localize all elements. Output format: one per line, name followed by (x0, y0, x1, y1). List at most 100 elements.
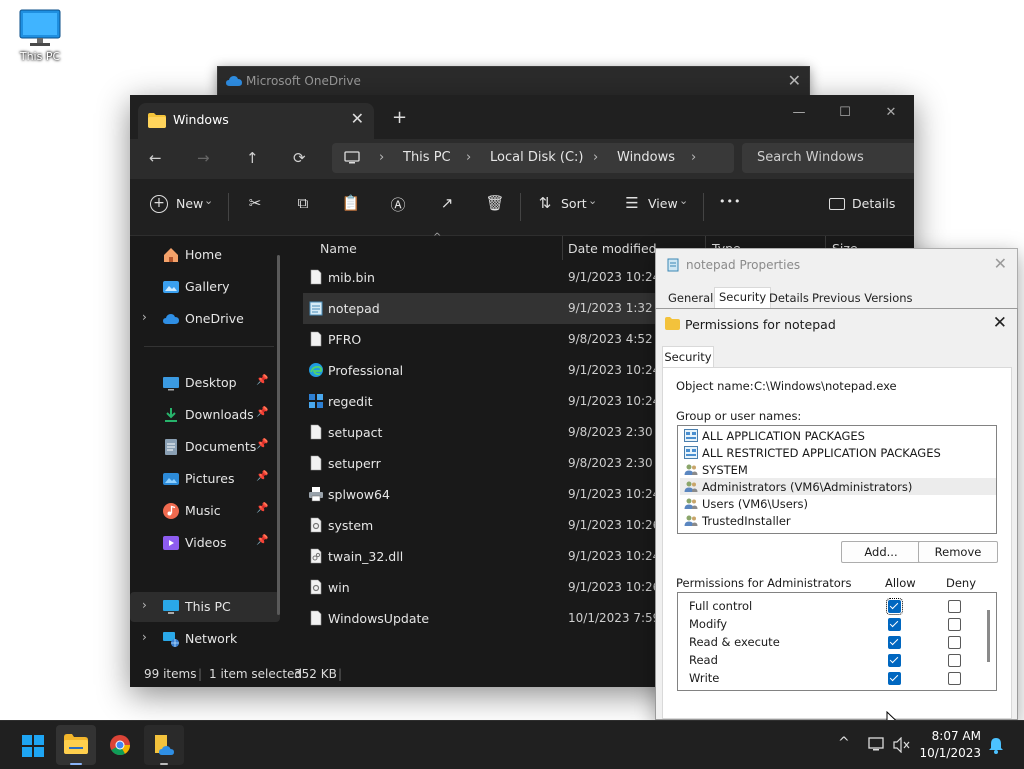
deny-checkbox[interactable] (948, 654, 961, 667)
selection-size: 352 KB (294, 667, 337, 681)
details-button[interactable]: Details (852, 196, 895, 211)
sidebar-item-label: Gallery (185, 279, 230, 294)
user-list-item[interactable]: SYSTEM (680, 461, 996, 478)
user-list-item[interactable]: TrustedInstaller (680, 512, 996, 529)
settings-file-icon (308, 579, 324, 595)
column-name[interactable]: Name (320, 241, 357, 256)
sidebar-item-downloads[interactable]: Downloads 📌 (130, 400, 280, 430)
sidebar-item-videos[interactable]: Videos 📌 (130, 528, 280, 558)
cut-icon[interactable]: ✂ (245, 194, 265, 214)
breadcrumb-this-pc[interactable]: This PC (403, 150, 451, 165)
allow-checkbox[interactable] (888, 618, 901, 631)
folder-icon (665, 317, 680, 330)
chevron-right-icon[interactable]: › (142, 598, 147, 612)
back-button[interactable]: ← (149, 149, 162, 167)
start-button[interactable] (12, 725, 52, 765)
deny-checkbox[interactable] (948, 600, 961, 613)
sidebar-item-desktop[interactable]: Desktop 📌 (130, 368, 280, 398)
pin-icon[interactable]: 📌 (256, 535, 268, 546)
deny-checkbox[interactable] (948, 618, 961, 631)
user-list-item[interactable]: ALL APPLICATION PACKAGES (680, 427, 996, 444)
permissions-close-button[interactable]: ✕ (993, 313, 1007, 333)
clock-time[interactable]: 8:07 AM (932, 729, 981, 743)
delete-icon[interactable]: 🗑 (485, 194, 505, 214)
clock-date[interactable]: 10/1/2023 (919, 746, 981, 760)
file-name: regedit (328, 394, 373, 409)
show-hidden-icons-button[interactable]: ^ (838, 735, 850, 751)
user-list[interactable]: ALL APPLICATION PACKAGES ALL RESTRICTED A… (677, 425, 997, 534)
sidebar-item-label: Documents (185, 439, 257, 454)
network-icon[interactable] (868, 737, 886, 753)
sidebar-item-onedrive[interactable]: › OneDrive (130, 304, 280, 334)
onedrive-close-button[interactable]: ✕ (788, 71, 801, 90)
sidebar-item-network[interactable]: › Network (130, 624, 280, 654)
up-button[interactable]: ↑ (246, 149, 259, 167)
share-icon[interactable]: ↗ (437, 194, 457, 214)
tab-security[interactable]: Security (714, 287, 772, 309)
tab-security[interactable]: Security (662, 346, 714, 369)
column-divider[interactable] (562, 236, 563, 260)
chevron-right-icon[interactable]: › (142, 630, 147, 644)
volume-muted-icon[interactable] (893, 737, 911, 753)
paste-icon[interactable]: 📋 (341, 194, 361, 214)
taskbar-onedrive[interactable] (144, 725, 184, 765)
sidebar-item-pictures[interactable]: Pictures 📌 (130, 464, 280, 494)
more-options-button[interactable]: ••• (719, 195, 741, 208)
add-button[interactable]: Add... (841, 541, 921, 563)
maximize-button[interactable]: ☐ (822, 99, 868, 127)
new-button[interactable]: New (176, 196, 203, 211)
chevron-down-icon: ⌄ (588, 194, 598, 207)
pin-icon[interactable]: 📌 (256, 407, 268, 418)
close-button[interactable]: ✕ (868, 99, 914, 127)
column-date-modified[interactable]: Date modified (568, 241, 657, 256)
address-bar[interactable]: › This PC › Local Disk (C:) › Windows › (332, 143, 734, 173)
rename-icon[interactable]: Ⓐ (388, 194, 408, 214)
status-divider: | (338, 667, 343, 681)
forward-button[interactable]: → (197, 149, 210, 167)
allow-checkbox[interactable] (888, 672, 901, 685)
view-button[interactable]: View (648, 196, 678, 211)
taskbar-chrome[interactable] (100, 725, 140, 765)
minimize-button[interactable]: — (776, 99, 822, 127)
tab-close-button[interactable]: ✕ (351, 109, 364, 128)
sort-button[interactable]: Sort (561, 196, 587, 211)
user-list-item[interactable]: ALL RESTRICTED APPLICATION PACKAGES (680, 444, 996, 461)
chevron-right-icon[interactable]: › (142, 310, 147, 324)
sidebar-item-documents[interactable]: Documents 📌 (130, 432, 280, 462)
breadcrumb-local-disk[interactable]: Local Disk (C:) (490, 150, 583, 165)
pin-icon[interactable]: 📌 (256, 375, 268, 386)
user-list-item[interactable]: Administrators (VM6\Administrators) (680, 478, 996, 495)
allow-checkbox[interactable] (888, 636, 901, 649)
permission-scrollbar[interactable] (987, 610, 990, 662)
tab-general[interactable]: General (664, 289, 717, 308)
pin-icon[interactable]: 📌 (256, 471, 268, 482)
sidebar-item-gallery[interactable]: Gallery (130, 272, 280, 302)
sidebar-scrollbar[interactable] (277, 255, 280, 615)
desktop-icon-this-pc[interactable]: This PC (12, 8, 68, 63)
sidebar-item-this-pc[interactable]: › This PC (130, 592, 280, 622)
pin-icon[interactable]: 📌 (256, 503, 268, 514)
new-tab-button[interactable]: + (392, 107, 407, 128)
deny-checkbox[interactable] (948, 636, 961, 649)
user-list-item[interactable]: Users (VM6\Users) (680, 495, 996, 512)
allow-checkbox[interactable] (886, 598, 903, 615)
allow-checkbox[interactable] (888, 654, 901, 667)
breadcrumb-windows[interactable]: Windows (617, 150, 675, 165)
search-input[interactable]: Search Windows (742, 143, 914, 173)
copy-icon[interactable]: ⧉ (293, 194, 313, 214)
tab-details[interactable]: Details (765, 289, 813, 308)
permission-name: Full control (689, 599, 753, 613)
pc-icon (344, 151, 360, 164)
tab-previous-versions[interactable]: Previous Versions (808, 289, 917, 308)
pin-icon[interactable]: 📌 (256, 439, 268, 450)
onedrive-window[interactable]: Microsoft OneDrive ✕ (217, 66, 810, 98)
deny-checkbox[interactable] (948, 672, 961, 685)
remove-button[interactable]: Remove (918, 541, 998, 563)
refresh-button[interactable]: ⟳ (293, 149, 306, 167)
notification-bell-icon[interactable] (988, 737, 1004, 754)
sidebar-item-music[interactable]: Music 📌 (130, 496, 280, 526)
sidebar-item-home[interactable]: Home (130, 240, 280, 270)
taskbar-file-explorer[interactable] (56, 725, 96, 765)
properties-close-button[interactable]: ✕ (994, 254, 1007, 273)
explorer-tab-windows[interactable]: Windows ✕ (138, 103, 374, 139)
